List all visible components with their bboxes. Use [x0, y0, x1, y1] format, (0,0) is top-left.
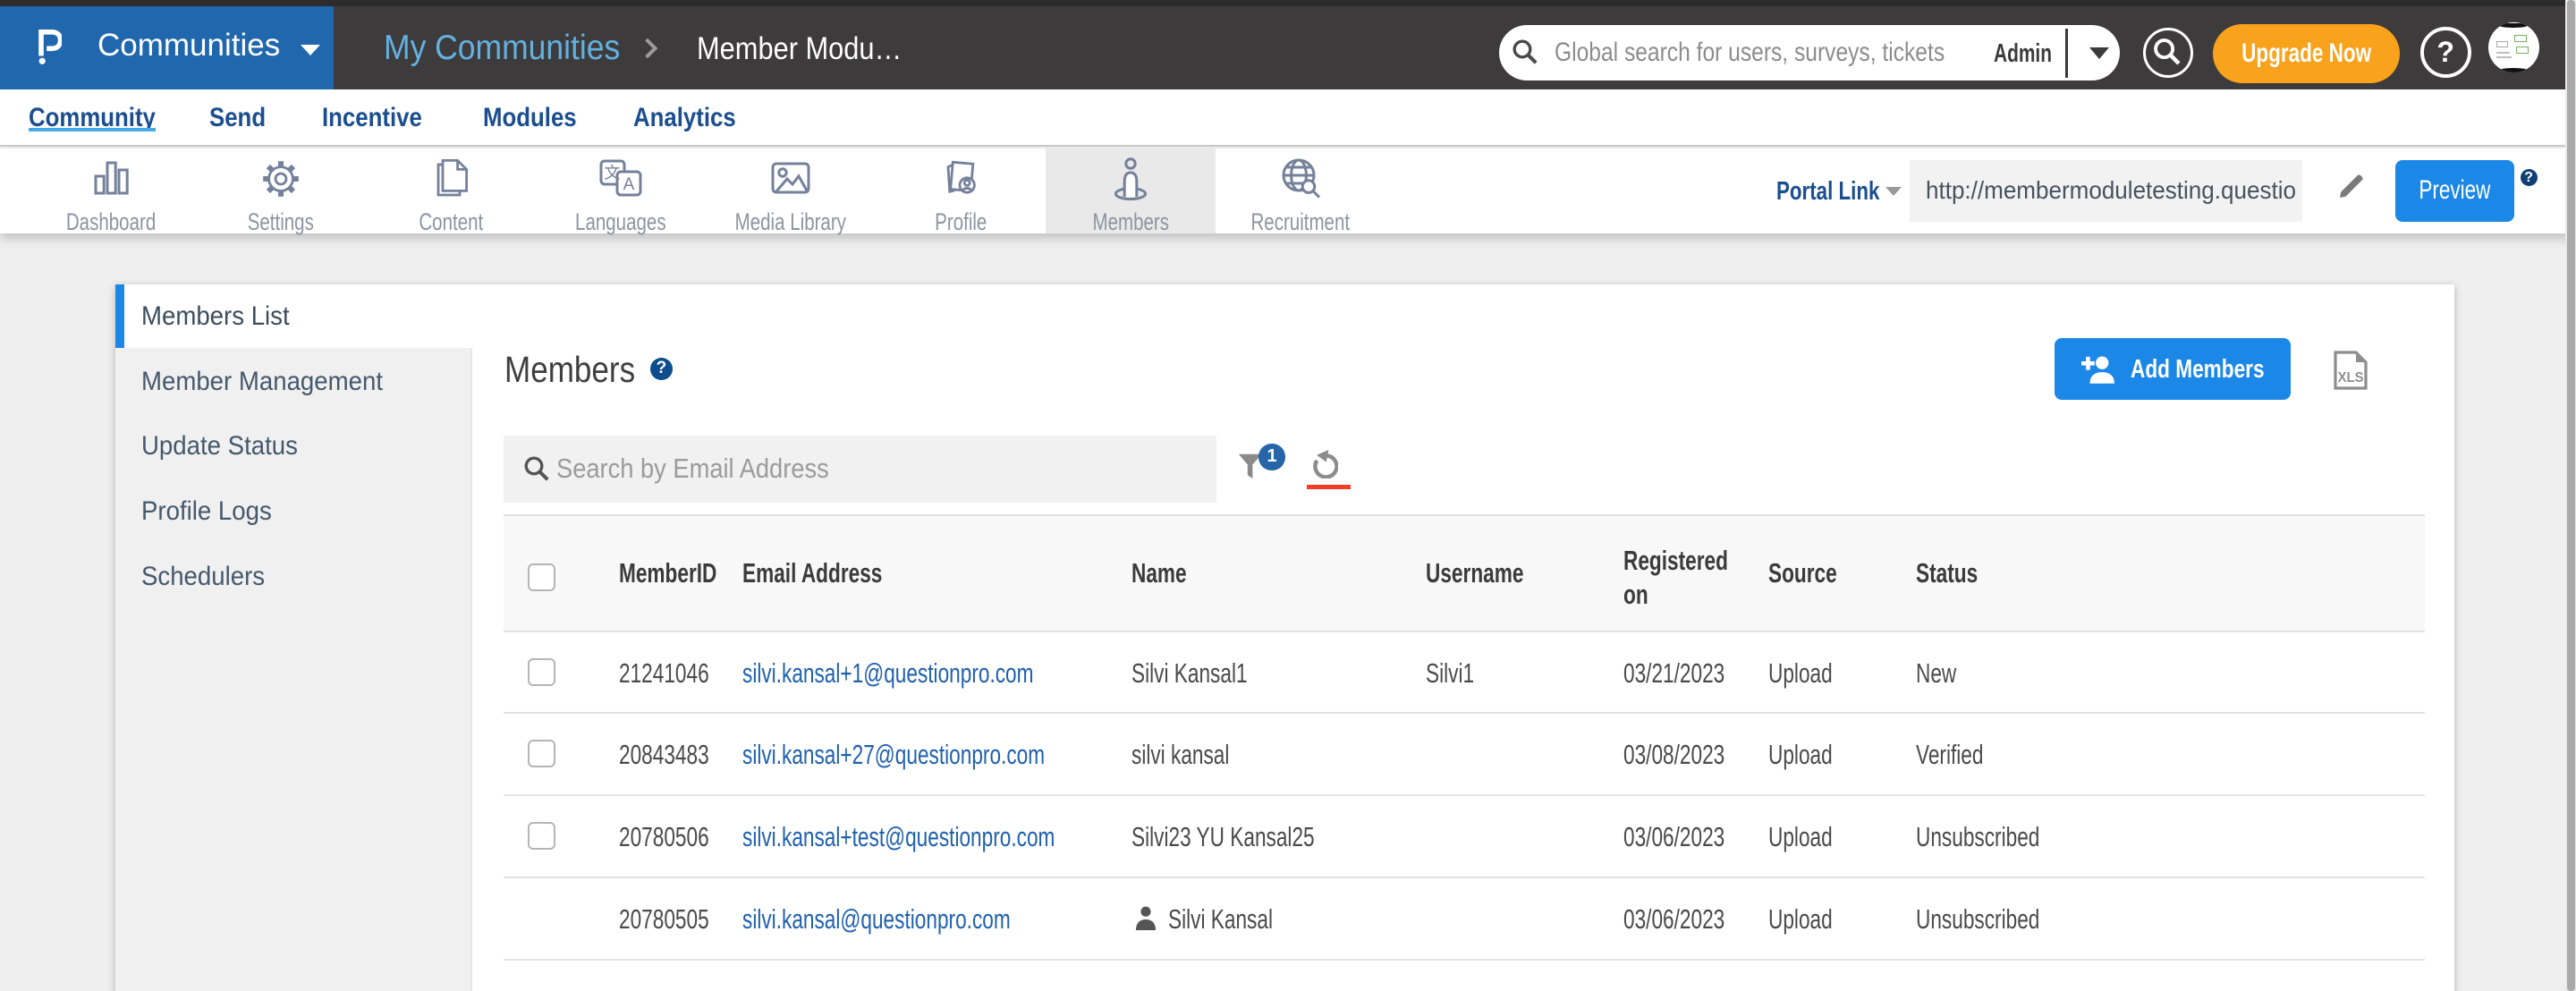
svg-text:A: A [623, 176, 635, 195]
svg-text:文: 文 [604, 165, 620, 182]
svg-text:XLS: XLS [2338, 370, 2364, 385]
